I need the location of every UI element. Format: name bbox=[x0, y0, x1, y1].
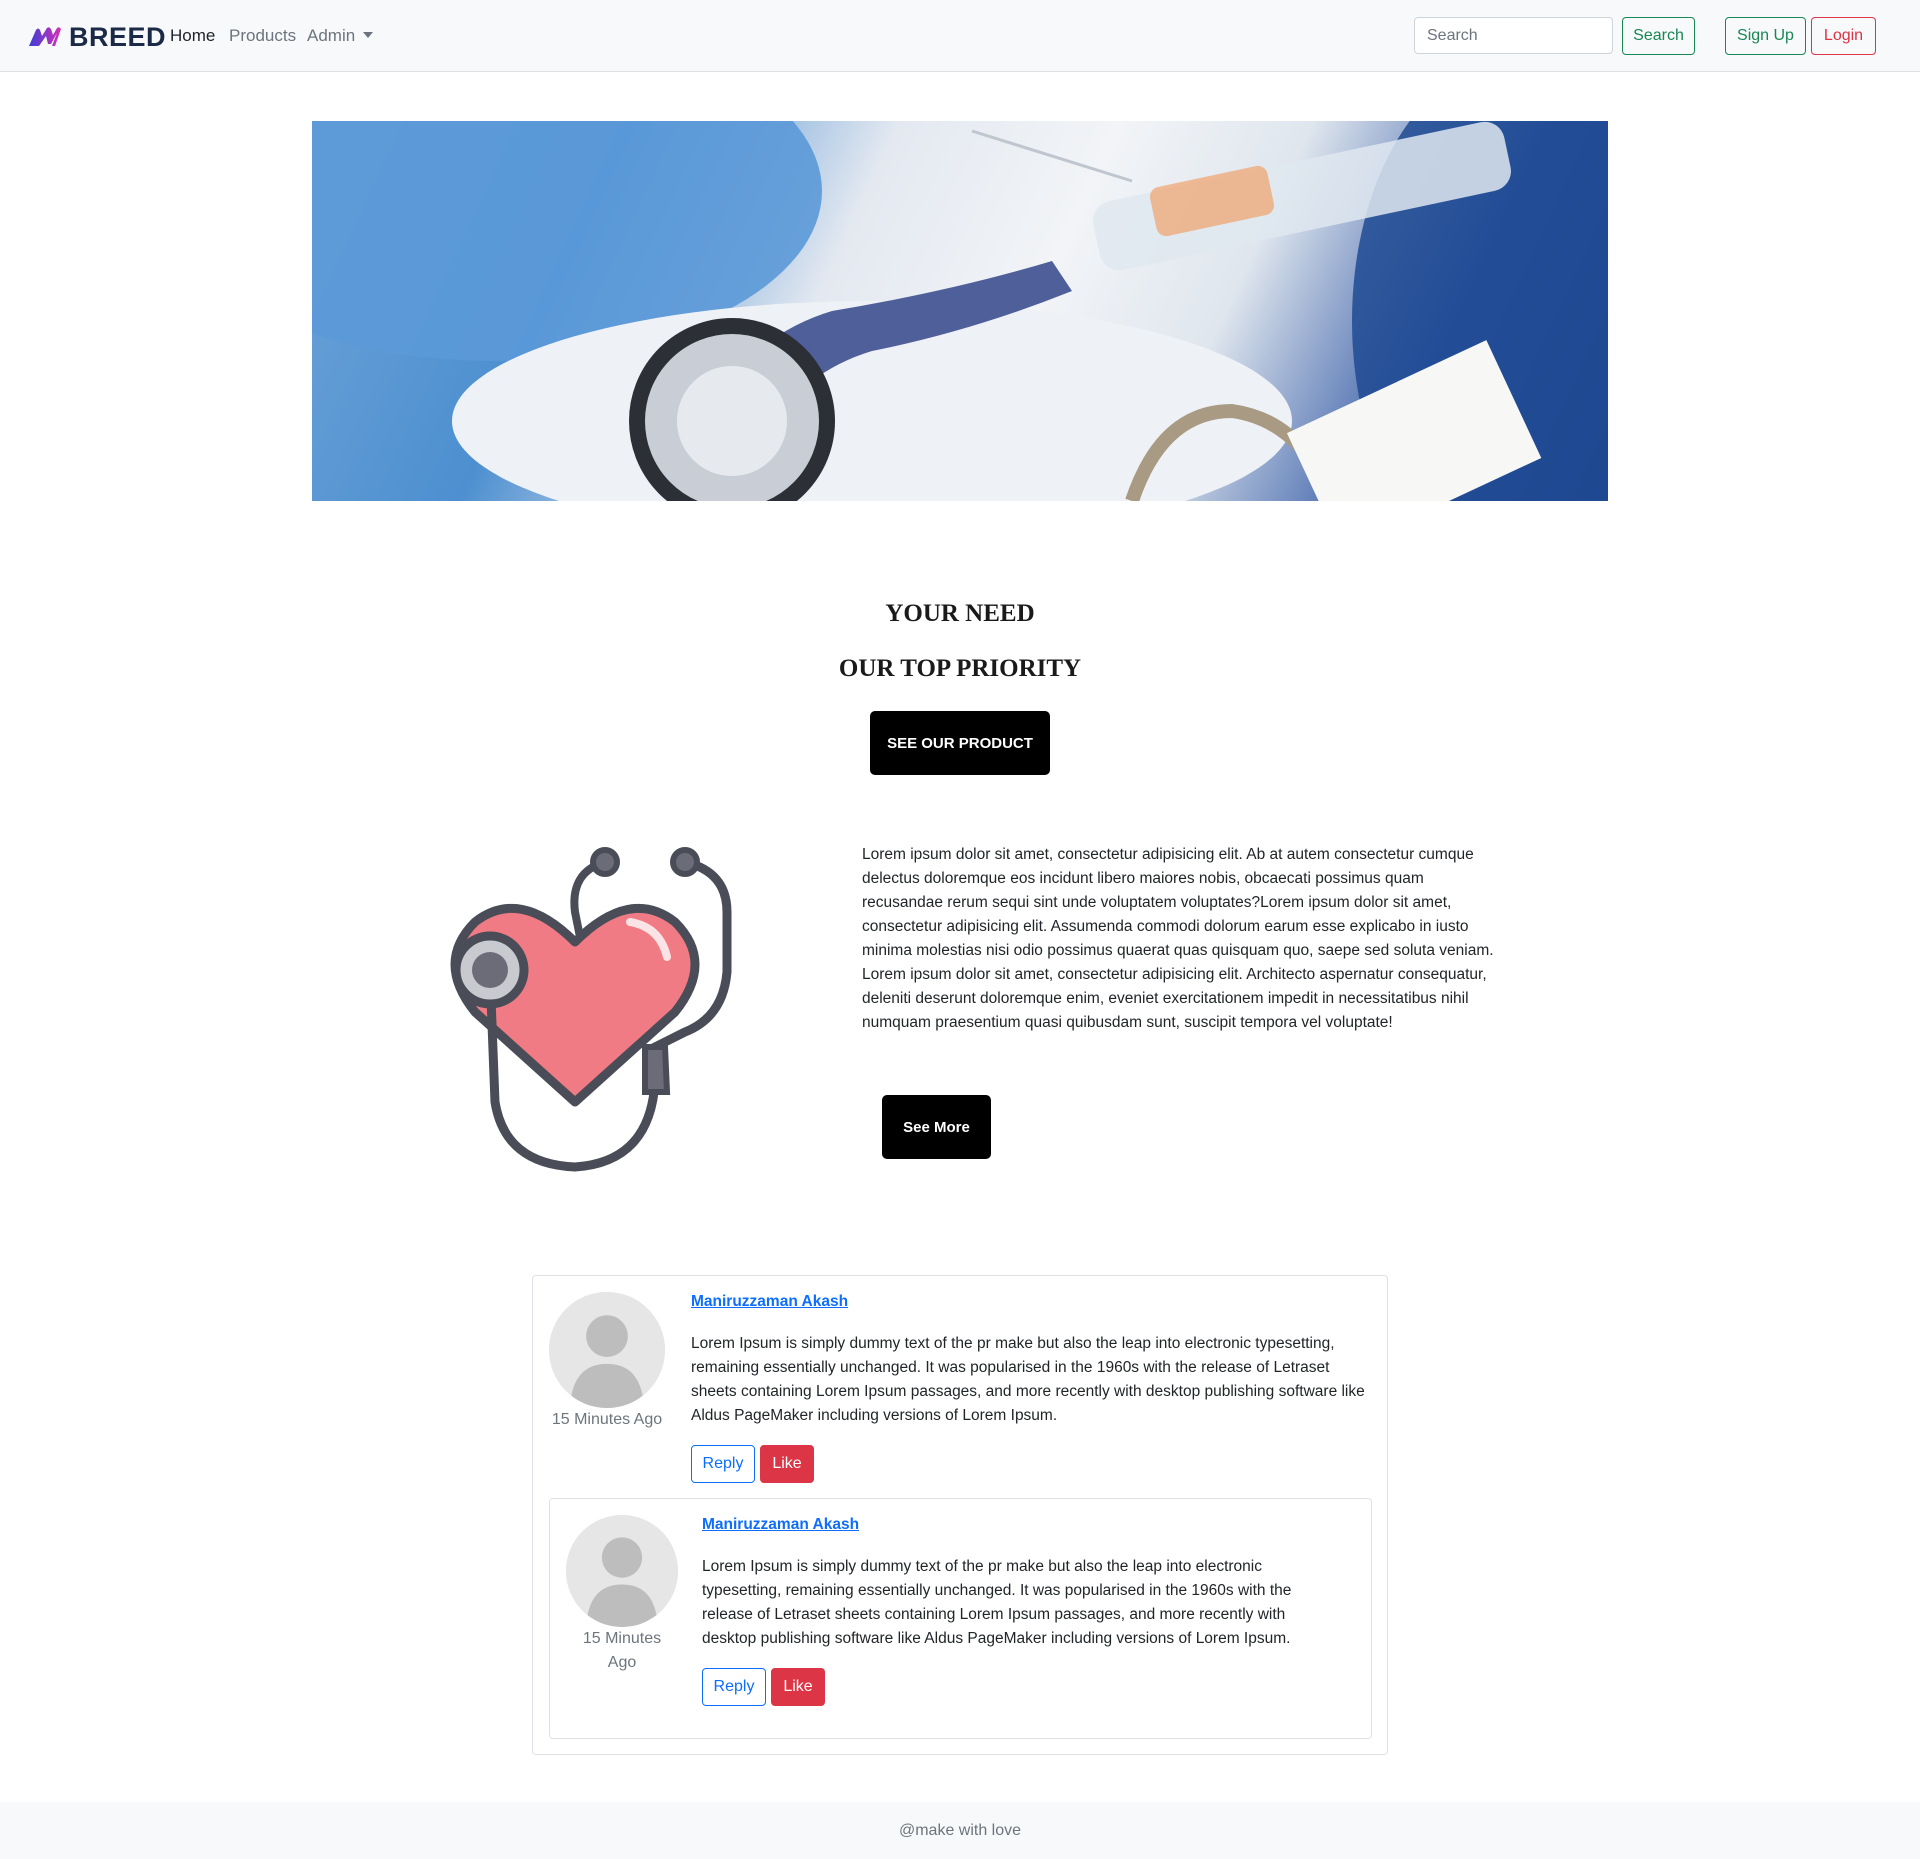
medical-equipment-illustration bbox=[312, 121, 1608, 501]
headline-line-1: YOUR NEED bbox=[885, 600, 1035, 627]
brand-name: BREED bbox=[69, 21, 167, 52]
navbar: BREED Home Products Admin Search Sign Up… bbox=[0, 0, 1920, 72]
brand-link[interactable]: BREED bbox=[27, 22, 166, 52]
comment-timestamp: 15 Minutes Ago bbox=[551, 1411, 663, 1428]
reply-button[interactable]: Reply bbox=[691, 1445, 755, 1483]
avatar bbox=[549, 1292, 665, 1408]
reply-button[interactable]: Reply bbox=[702, 1668, 766, 1706]
hero-banner-image bbox=[312, 121, 1608, 501]
comment-body: Lorem Ipsum is simply dummy text of the … bbox=[691, 1335, 1365, 1424]
signup-button[interactable]: Sign Up bbox=[1725, 17, 1806, 55]
user-avatar-icon bbox=[549, 1292, 665, 1408]
see-our-product-button[interactable]: SEE OUR PRODUCT bbox=[870, 711, 1050, 775]
login-button[interactable]: Login bbox=[1811, 17, 1876, 55]
search-input[interactable] bbox=[1414, 17, 1613, 54]
reply-comment-card: 15 Minutes Ago Maniruzzaman Akash Lorem … bbox=[549, 1498, 1372, 1739]
comment-timestamp: 15 Minutes Ago bbox=[582, 1630, 662, 1671]
comment-author-link[interactable]: Maniruzzaman Akash bbox=[702, 1516, 859, 1534]
comment-card: 15 Minutes Ago Maniruzzaman Akash Lorem … bbox=[532, 1275, 1388, 1755]
footer: @make with love bbox=[0, 1802, 1920, 1859]
caret-down-icon bbox=[363, 32, 374, 38]
nav-admin-dropdown[interactable]: Admin bbox=[307, 26, 374, 46]
brand-logo-icon bbox=[29, 27, 61, 46]
nav-admin-label: Admin bbox=[307, 26, 356, 45]
comment-author-link[interactable]: Maniruzzaman Akash bbox=[691, 1293, 848, 1311]
headline-line-2: OUR TOP PRIORITY bbox=[838, 655, 1082, 682]
nav-products-link[interactable]: Products bbox=[229, 26, 296, 46]
see-more-button[interactable]: See More bbox=[882, 1095, 991, 1159]
user-avatar-icon bbox=[566, 1515, 678, 1627]
avatar bbox=[566, 1515, 678, 1627]
comment-body: Lorem Ipsum is simply dummy text of the … bbox=[702, 1558, 1292, 1647]
like-button[interactable]: Like bbox=[760, 1445, 814, 1483]
like-button[interactable]: Like bbox=[771, 1668, 825, 1706]
search-button[interactable]: Search bbox=[1622, 17, 1695, 55]
heart-stethoscope-icon bbox=[405, 842, 745, 1182]
about-paragraph: Lorem ipsum dolor sit amet, consectetur … bbox=[862, 846, 1494, 1031]
footer-text: @make with love bbox=[898, 1822, 1022, 1839]
nav-home-link[interactable]: Home bbox=[170, 26, 215, 46]
